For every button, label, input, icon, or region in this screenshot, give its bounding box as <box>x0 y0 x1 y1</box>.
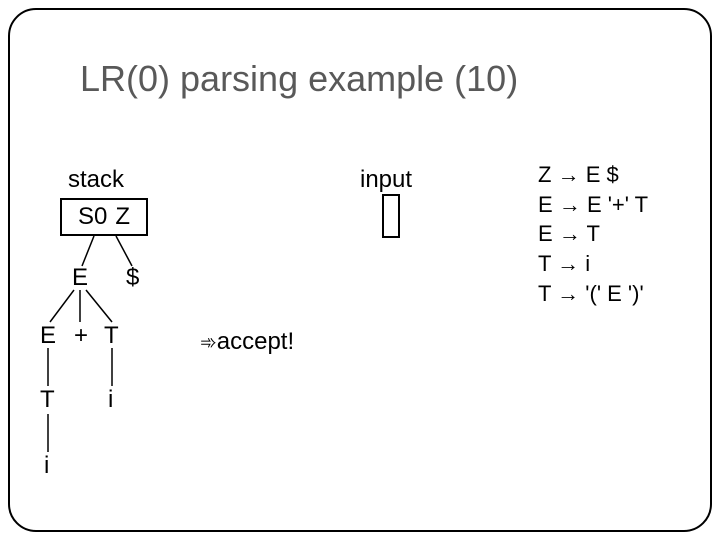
g1-right: E $ <box>586 162 619 187</box>
arrow-icon: → <box>557 281 579 306</box>
accept-message: ➾accept! <box>200 328 294 356</box>
input-label: input <box>360 166 412 194</box>
grammar-line-1: Z → E $ <box>538 160 648 190</box>
stack-cell-z: Z <box>115 203 130 231</box>
arrow-icon: → <box>558 162 580 187</box>
g5-right: '(' E ')' <box>585 281 643 306</box>
g3-right: T <box>587 221 600 246</box>
g2-right: E '+' T <box>587 192 648 217</box>
stack-label: stack <box>68 166 124 194</box>
tree-node-i2: i <box>44 452 49 480</box>
grammar-line-5: T → '(' E ')' <box>538 279 648 309</box>
tree-node-T2: T <box>40 386 55 414</box>
arrow-icon: → <box>559 192 581 217</box>
grammar-rules: Z → E $ E → E '+' T E → T T → i T → '(' … <box>538 160 648 308</box>
parse-tree: E $ E + T T i i <box>36 236 256 516</box>
stack-box: S0 Z <box>60 198 148 236</box>
grammar-line-2: E → E '+' T <box>538 190 648 220</box>
tree-node-dollar: $ <box>126 264 139 292</box>
grammar-line-3: E → T <box>538 219 648 249</box>
g4-left: T <box>538 251 551 276</box>
arrow-icon: → <box>559 221 581 246</box>
grammar-line-4: T → i <box>538 249 648 279</box>
g1-left: Z <box>538 162 551 187</box>
tree-node-T1: T <box>104 322 119 350</box>
g2-left: E <box>538 192 553 217</box>
tree-node-E2: E <box>40 322 56 350</box>
tree-node-E: E <box>72 264 88 292</box>
input-box <box>382 194 400 238</box>
g5-left: T <box>538 281 551 306</box>
accept-arrow-icon: ➾ <box>200 332 217 354</box>
stack-cell-s0: S0 <box>78 203 107 231</box>
slide-title: LR(0) parsing example (10) <box>80 58 518 100</box>
g3-left: E <box>538 221 553 246</box>
tree-lines <box>36 236 256 516</box>
tree-node-i1: i <box>108 386 113 414</box>
arrow-icon: → <box>557 251 579 276</box>
tree-node-plus: + <box>74 322 88 350</box>
g4-right: i <box>585 251 590 276</box>
accept-text: accept! <box>217 328 294 355</box>
